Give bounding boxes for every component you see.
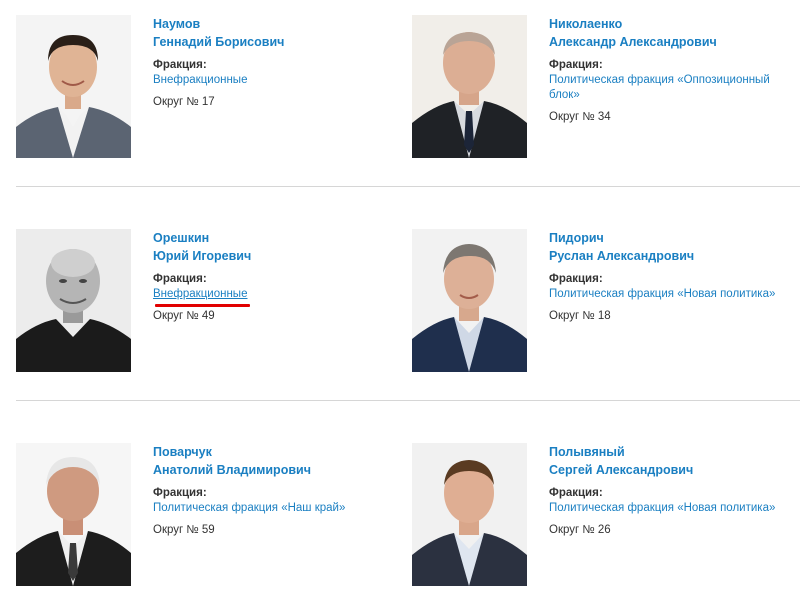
deputy-first-name-link[interactable]: Геннадий Борисович xyxy=(153,33,403,51)
faction-label: Фракция: xyxy=(153,487,207,499)
deputy-card: Наумов Геннадий Борисович Фракция: Внефр… xyxy=(16,15,406,187)
deputy-last-name-link[interactable]: Пидорич xyxy=(549,229,799,247)
faction-label: Фракция: xyxy=(153,273,207,285)
deputy-photo[interactable] xyxy=(16,229,131,372)
faction-label: Фракция: xyxy=(549,487,603,499)
deputy-last-name-link[interactable]: Николаенко xyxy=(549,15,799,33)
faction-label: Фракция: xyxy=(549,273,603,285)
faction-link[interactable]: Политическая фракция «Наш край» xyxy=(153,501,403,516)
faction-link[interactable]: Внефракционные xyxy=(153,287,403,302)
deputy-photo[interactable] xyxy=(412,15,527,158)
district-text: Округ № 49 xyxy=(153,310,215,322)
faction-label: Фракция: xyxy=(153,59,207,71)
deputy-last-name-link[interactable]: Орешкин xyxy=(153,229,403,247)
deputy-photo[interactable] xyxy=(16,15,131,158)
faction-link[interactable]: Политическая фракция «Новая политика» xyxy=(549,501,799,516)
deputy-first-name-link[interactable]: Сергей Александрович xyxy=(549,461,799,479)
deputies-list: Наумов Геннадий Борисович Фракция: Внефр… xyxy=(0,0,800,586)
deputy-card: Поварчук Анатолий Владимирович Фракция: … xyxy=(16,443,406,615)
deputy-first-name-link[interactable]: Анатолий Владимирович xyxy=(153,461,403,479)
faction-link[interactable]: Политическая фракция «Новая политика» xyxy=(549,287,799,302)
deputies-row: Наумов Геннадий Борисович Фракция: Внефр… xyxy=(0,0,800,186)
deputies-row: Поварчук Анатолий Владимирович Фракция: … xyxy=(0,428,800,614)
district-text: Округ № 59 xyxy=(153,524,215,536)
faction-label: Фракция: xyxy=(549,59,603,71)
district-text: Округ № 34 xyxy=(549,111,611,123)
deputy-card: Орешкин Юрий Игоревич Фракция: Внефракци… xyxy=(16,229,406,401)
deputy-photo[interactable] xyxy=(16,443,131,586)
district-text: Округ № 17 xyxy=(153,96,215,108)
deputy-first-name-link[interactable]: Юрий Игоревич xyxy=(153,247,403,265)
faction-link[interactable]: Политическая фракция «Оппозиционный блок… xyxy=(549,73,799,103)
deputy-last-name-link[interactable]: Поварчук xyxy=(153,443,403,461)
deputy-last-name-link[interactable]: Наумов xyxy=(153,15,403,33)
faction-link[interactable]: Внефракционные xyxy=(153,73,403,88)
divider xyxy=(16,400,800,401)
deputy-photo[interactable] xyxy=(412,443,527,586)
deputies-row: Орешкин Юрий Игоревич Фракция: Внефракци… xyxy=(0,214,800,400)
district-text: Округ № 18 xyxy=(549,310,611,322)
district-text: Округ № 26 xyxy=(549,524,611,536)
deputy-first-name-link[interactable]: Руслан Александрович xyxy=(549,247,799,265)
deputy-last-name-link[interactable]: Полывяный xyxy=(549,443,799,461)
deputy-card: Пидорич Руслан Александрович Фракция: По… xyxy=(412,229,800,401)
deputy-first-name-link[interactable]: Александр Александрович xyxy=(549,33,799,51)
deputy-card: Николаенко Александр Александрович Фракц… xyxy=(412,15,800,187)
highlight-underline xyxy=(155,304,250,307)
deputy-card: Полывяный Сергей Александрович Фракция: … xyxy=(412,443,800,615)
divider xyxy=(16,186,800,187)
deputy-photo[interactable] xyxy=(412,229,527,372)
